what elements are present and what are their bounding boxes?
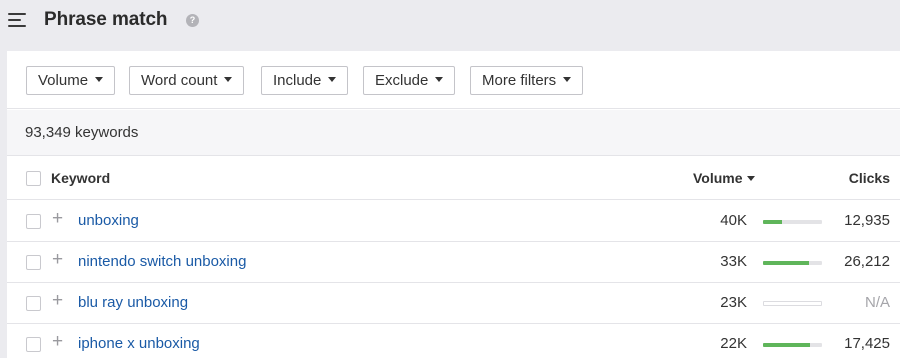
row-checkbox[interactable] bbox=[26, 296, 41, 311]
caret-down-icon bbox=[435, 77, 444, 82]
word-count-filter-button[interactable]: Word count bbox=[129, 66, 245, 95]
more-filters-label: More filters bbox=[482, 72, 557, 89]
table-row: + nintendo switch unboxing 33K 26,212 bbox=[7, 242, 900, 283]
word-count-filter-label: Word count bbox=[141, 72, 218, 89]
clicks-bar bbox=[763, 343, 822, 347]
question-circle-icon[interactable]: ? bbox=[186, 14, 199, 27]
results-summary-bar: 93,349 keywords bbox=[7, 110, 900, 156]
clicks-column-header[interactable]: Clicks bbox=[849, 170, 890, 186]
volume-value: 33K bbox=[720, 253, 747, 270]
include-filter-button[interactable]: Include bbox=[261, 66, 349, 95]
table-header: Keyword Volume Clicks bbox=[7, 157, 900, 200]
caret-down-icon bbox=[563, 77, 572, 82]
keyword-link[interactable]: unboxing bbox=[78, 212, 139, 229]
add-keyword-plus-icon[interactable]: + bbox=[52, 291, 63, 311]
clicks-bar-fill bbox=[763, 220, 782, 224]
clicks-bar bbox=[763, 301, 822, 306]
page-header: Phrase match ? bbox=[0, 0, 900, 44]
volume-value: 23K bbox=[720, 294, 747, 311]
caret-down-icon bbox=[328, 77, 337, 82]
results-panel: Volume Word count Include Exclude More f… bbox=[7, 51, 900, 358]
clicks-value: 26,212 bbox=[844, 253, 890, 270]
clicks-value: 17,425 bbox=[844, 335, 890, 352]
clicks-bar bbox=[763, 261, 822, 265]
collapse-menu-icon[interactable] bbox=[8, 12, 28, 30]
volume-filter-button[interactable]: Volume bbox=[26, 66, 116, 95]
select-all-checkbox[interactable] bbox=[26, 171, 41, 186]
sort-desc-icon bbox=[746, 176, 755, 181]
table-row: + iphone x unboxing 22K 17,425 bbox=[7, 324, 900, 358]
keyword-link[interactable]: nintendo switch unboxing bbox=[78, 253, 246, 270]
include-filter-label: Include bbox=[273, 72, 322, 89]
row-checkbox[interactable] bbox=[26, 255, 41, 270]
row-checkbox[interactable] bbox=[26, 337, 41, 352]
more-filters-button[interactable]: More filters bbox=[470, 66, 584, 95]
volume-value: 22K bbox=[720, 335, 747, 352]
keyword-count: 93,349 keywords bbox=[25, 124, 139, 141]
page-title: Phrase match bbox=[44, 9, 168, 30]
keyword-link[interactable]: blu ray unboxing bbox=[78, 294, 188, 311]
clicks-bar-fill bbox=[763, 343, 811, 347]
clicks-value: N/A bbox=[864, 294, 890, 311]
volume-filter-label: Volume bbox=[38, 72, 89, 89]
exclude-filter-label: Exclude bbox=[375, 72, 429, 89]
add-keyword-plus-icon[interactable]: + bbox=[52, 332, 63, 352]
caret-down-icon bbox=[95, 77, 104, 82]
exclude-filter-button[interactable]: Exclude bbox=[363, 66, 456, 95]
volume-column-header[interactable]: Volume bbox=[693, 170, 755, 186]
clicks-bar bbox=[763, 220, 822, 224]
keyword-column-header[interactable]: Keyword bbox=[51, 170, 110, 186]
table-row: + unboxing 40K 12,935 bbox=[7, 201, 900, 242]
clicks-value: 12,935 bbox=[844, 212, 890, 229]
caret-down-icon bbox=[224, 77, 233, 82]
filter-bar: Volume Word count Include Exclude More f… bbox=[7, 51, 900, 109]
volume-value: 40K bbox=[720, 212, 747, 229]
row-checkbox[interactable] bbox=[26, 214, 41, 229]
table-row: + blu ray unboxing 23K N/A bbox=[7, 283, 900, 324]
add-keyword-plus-icon[interactable]: + bbox=[52, 250, 63, 270]
volume-header-label: Volume bbox=[693, 170, 743, 186]
add-keyword-plus-icon[interactable]: + bbox=[52, 209, 63, 229]
clicks-bar-fill bbox=[763, 261, 810, 265]
keyword-link[interactable]: iphone x unboxing bbox=[78, 335, 200, 352]
